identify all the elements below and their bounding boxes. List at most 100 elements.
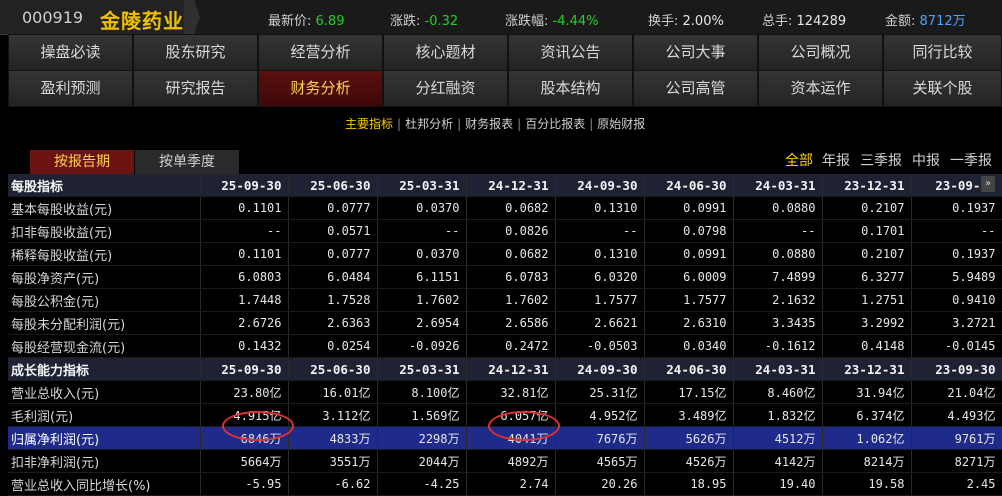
table-row[interactable]: 扣非每股收益(元) -- 0.0571 -- 0.0826 -- 0.0798 -- 0.170…: [8, 219, 1002, 243]
range-annual[interactable]: 年报: [822, 150, 850, 170]
tab-by-single-quarter[interactable]: 按单季度: [135, 150, 239, 174]
range-q3[interactable]: 三季报: [860, 150, 902, 170]
period-header[interactable]: 25-03-31: [377, 357, 467, 381]
nav-item-dashi[interactable]: 公司大事: [633, 34, 758, 71]
stock-code: 000919: [22, 8, 84, 27]
nav-item-yingli[interactable]: 盈利预测: [8, 70, 133, 107]
period-header[interactable]: 25-09-30: [200, 174, 289, 197]
nav-item-yanjiu[interactable]: 研究报告: [133, 70, 258, 107]
period-header[interactable]: 25-03-31: [377, 174, 467, 197]
nav-item-guben[interactable]: 股本结构: [508, 70, 633, 107]
table-cell: 0.1310: [555, 242, 645, 266]
table-cell: 23.80亿: [200, 380, 289, 404]
table-cell: 0.0826: [466, 219, 556, 243]
period-header[interactable]: 24-03-31: [733, 174, 823, 197]
table-cell: 2.1632: [733, 288, 823, 312]
nav-item-zixun[interactable]: 资讯公告: [508, 34, 633, 71]
nav-item-gaoguan[interactable]: 公司高管: [633, 70, 758, 107]
period-header[interactable]: 25-09-30: [200, 357, 289, 381]
table-cell: 0.1937: [911, 196, 1002, 220]
table-row[interactable]: 每股未分配利润(元) 2.6726 2.6363 2.6954 2.6586 2.6621…: [8, 311, 1002, 335]
period-header[interactable]: 24-03-31: [733, 357, 823, 381]
row-label: 毛利润(元): [8, 403, 201, 427]
table-cell: 2298万: [377, 426, 467, 450]
table-row[interactable]: 每股净资产(元) 6.0803 6.0484 6.1151 6.0783 6.0320 6.…: [8, 265, 1002, 289]
row-label: 稀释每股收益(元): [8, 242, 201, 266]
subnav-dupont[interactable]: 杜邦分析: [405, 117, 453, 131]
nav-item-gudong[interactable]: 股东研究: [133, 34, 258, 71]
sub-nav: 主要指标 | 杜邦分析 | 财务报表 | 百分比报表 | 原始财报: [345, 115, 645, 132]
period-header[interactable]: 24-06-30: [644, 174, 734, 197]
subnav-original[interactable]: 原始财报: [597, 117, 645, 131]
table-cell: 0.0254: [288, 334, 378, 358]
table-cell: 1.7602: [466, 288, 556, 312]
period-header[interactable]: 24-09-30: [555, 174, 645, 197]
section-title: 成长能力指标: [8, 357, 201, 381]
table-cell: 0.0991: [644, 242, 734, 266]
table-cell: 9761万: [911, 426, 1002, 450]
period-header[interactable]: 24-12-31: [466, 357, 556, 381]
scroll-right-icon[interactable]: »: [981, 176, 995, 192]
annotation-circle: [488, 411, 560, 441]
nav-item-hexin[interactable]: 核心题材: [383, 34, 508, 71]
table-cell: 1.062亿: [822, 426, 912, 450]
table-cell: 3.112亿: [288, 403, 378, 427]
table-row[interactable]: 营业总收入(元) 23.80亿 16.01亿 8.100亿 32.81亿 25.31亿 17…: [8, 380, 1002, 404]
table-cell: 21.04亿: [911, 380, 1002, 404]
table-cell: 3551万: [288, 449, 378, 473]
nav-item-guanlian[interactable]: 关联个股: [883, 70, 1002, 107]
range-q1[interactable]: 一季报: [950, 150, 992, 170]
table-cell: 1.832亿: [733, 403, 823, 427]
table-cell: 4565万: [555, 449, 645, 473]
period-header[interactable]: 23-12-31: [822, 174, 912, 197]
period-header[interactable]: 25-06-30: [288, 357, 378, 381]
period-header[interactable]: 24-12-31: [466, 174, 556, 197]
row-label: 扣非每股收益(元): [8, 219, 201, 243]
table-cell: 7.4899: [733, 265, 823, 289]
subnav-percent[interactable]: 百分比报表: [525, 117, 585, 131]
table-row[interactable]: 每股公积金(元) 1.7448 1.7528 1.7602 1.7602 1.7577 1.…: [8, 288, 1002, 312]
nav-item-tonghang[interactable]: 同行比较: [883, 34, 1002, 71]
table-cell: 1.569亿: [377, 403, 467, 427]
table-cell: 0.1701: [822, 219, 912, 243]
period-header[interactable]: 25-06-30: [288, 174, 378, 197]
table-cell: 0.0571: [288, 219, 378, 243]
table-cell: 2044万: [377, 449, 467, 473]
table-cell: 8214万: [822, 449, 912, 473]
table-cell: 0.1101: [200, 196, 289, 220]
table-cell: 6.0783: [466, 265, 556, 289]
row-label: 营业总收入(元): [8, 380, 201, 404]
range-half[interactable]: 中报: [912, 150, 940, 170]
period-header[interactable]: 23-09-30: [911, 357, 1002, 381]
subnav-main-indicators[interactable]: 主要指标: [345, 117, 393, 131]
table-cell: 3.3435: [733, 311, 823, 335]
table-cell: 2.6586: [466, 311, 556, 335]
nav-item-jingying[interactable]: 经营分析: [258, 34, 383, 71]
range-all[interactable]: 全部: [785, 150, 813, 170]
table-cell: 0.0880: [733, 242, 823, 266]
nav-item-ziben[interactable]: 资本运作: [758, 70, 883, 107]
section-header-row: 每股指标 25-09-30 25-06-30 25-03-31 24-12-31 24-0…: [8, 174, 1002, 197]
period-header[interactable]: 24-06-30: [644, 357, 734, 381]
financial-indicators-table: 每股指标 25-09-30 25-06-30 25-03-31 24-12-31 24-0…: [8, 174, 1002, 496]
subnav-separator: |: [517, 117, 522, 131]
nav-item-gaikuang[interactable]: 公司概况: [758, 34, 883, 71]
table-cell: 0.0682: [466, 196, 556, 220]
table-row[interactable]: 扣非净利润(元) 5664万 3551万 2044万 4892万 4565万 4526万 41…: [8, 449, 1002, 473]
table-cell: 2.6954: [377, 311, 467, 335]
table-cell: -0.0926: [377, 334, 467, 358]
tab-by-report-period[interactable]: 按报告期: [30, 150, 134, 174]
row-label: 每股净资产(元): [8, 265, 201, 289]
table-cell: 6.0484: [288, 265, 378, 289]
nav-item-fenhong[interactable]: 分红融资: [383, 70, 508, 107]
table-cell: 8271万: [911, 449, 1002, 473]
table-cell: 0.0777: [288, 196, 378, 220]
period-header[interactable]: 23-12-31: [822, 357, 912, 381]
period-header[interactable]: 24-09-30: [555, 357, 645, 381]
table-row[interactable]: 基本每股收益(元) 0.1101 0.0777 0.0370 0.0682 0.1310 0…: [8, 196, 1002, 220]
table-row[interactable]: 稀释每股收益(元) 0.1101 0.0777 0.0370 0.0682 0.1310 0…: [8, 242, 1002, 266]
nav-item-caopan[interactable]: 操盘必读: [8, 34, 133, 71]
nav-item-caiwu[interactable]: 财务分析: [258, 70, 383, 107]
table-row[interactable]: 每股经营现金流(元) 0.1432 0.0254 -0.0926 0.2472 -0.05…: [8, 334, 1002, 358]
subnav-statements[interactable]: 财务报表: [465, 117, 513, 131]
